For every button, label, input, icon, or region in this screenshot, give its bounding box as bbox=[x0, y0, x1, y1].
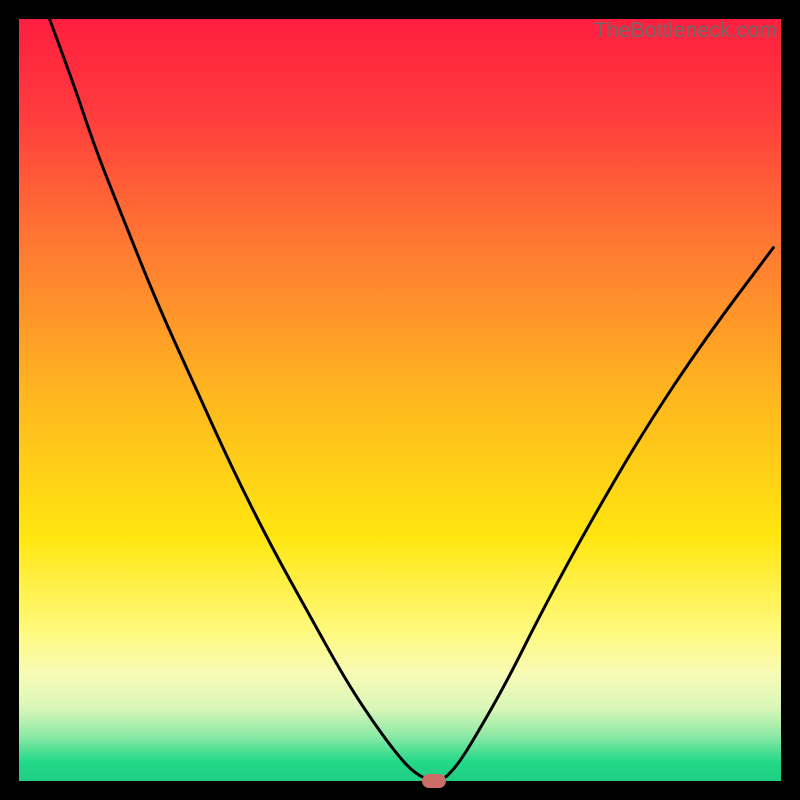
bottleneck-chart bbox=[19, 19, 781, 781]
watermark-text: TheBottleneck.com bbox=[594, 19, 777, 43]
chart-frame: TheBottleneck.com bbox=[19, 19, 781, 781]
gradient-background bbox=[19, 19, 781, 781]
optimal-balance-marker bbox=[422, 774, 446, 788]
